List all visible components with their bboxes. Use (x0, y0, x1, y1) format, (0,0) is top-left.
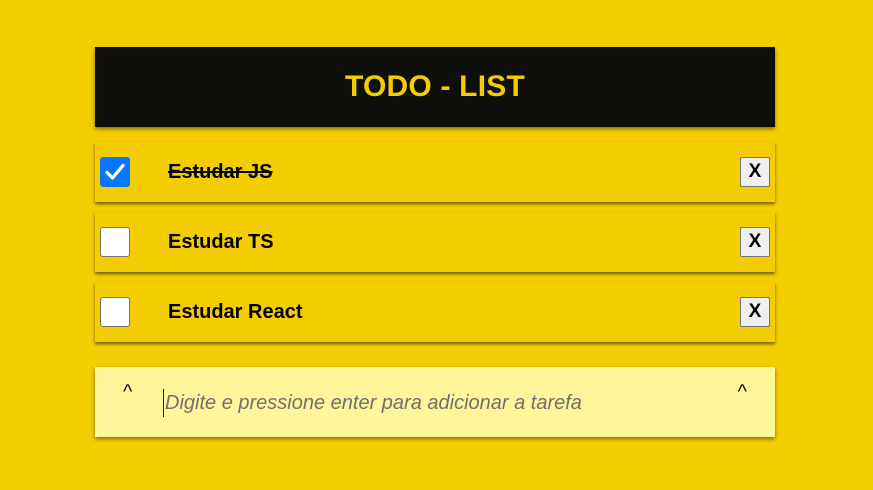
todo-label: Estudar TS (168, 230, 274, 253)
delete-button[interactable]: X (740, 227, 770, 257)
todo-label: Estudar JS (168, 160, 273, 183)
caret-up-icon: ^ (737, 381, 747, 403)
caret-up-icon: ^ (123, 381, 133, 403)
delete-button[interactable]: X (740, 157, 770, 187)
todo-list: Estudar JS X Estudar TS X Estudar React … (95, 142, 775, 342)
todo-item: Estudar JS X (95, 142, 775, 202)
todo-label: Estudar React (168, 300, 303, 323)
page-title: TODO - LIST (345, 70, 525, 103)
checkmark-icon (105, 163, 125, 180)
todo-checkbox[interactable] (100, 297, 130, 327)
delete-button[interactable]: X (740, 297, 770, 327)
todo-app: TODO - LIST Estudar JS X Estudar TS X Es… (95, 47, 775, 437)
app-header: TODO - LIST (95, 47, 775, 127)
todo-checkbox[interactable] (100, 227, 130, 257)
todo-item: Estudar TS X (95, 212, 775, 272)
new-task-panel: ^ ^ (95, 367, 775, 437)
todo-checkbox[interactable] (100, 157, 130, 187)
new-task-input[interactable] (163, 389, 665, 417)
todo-item: Estudar React X (95, 282, 775, 342)
